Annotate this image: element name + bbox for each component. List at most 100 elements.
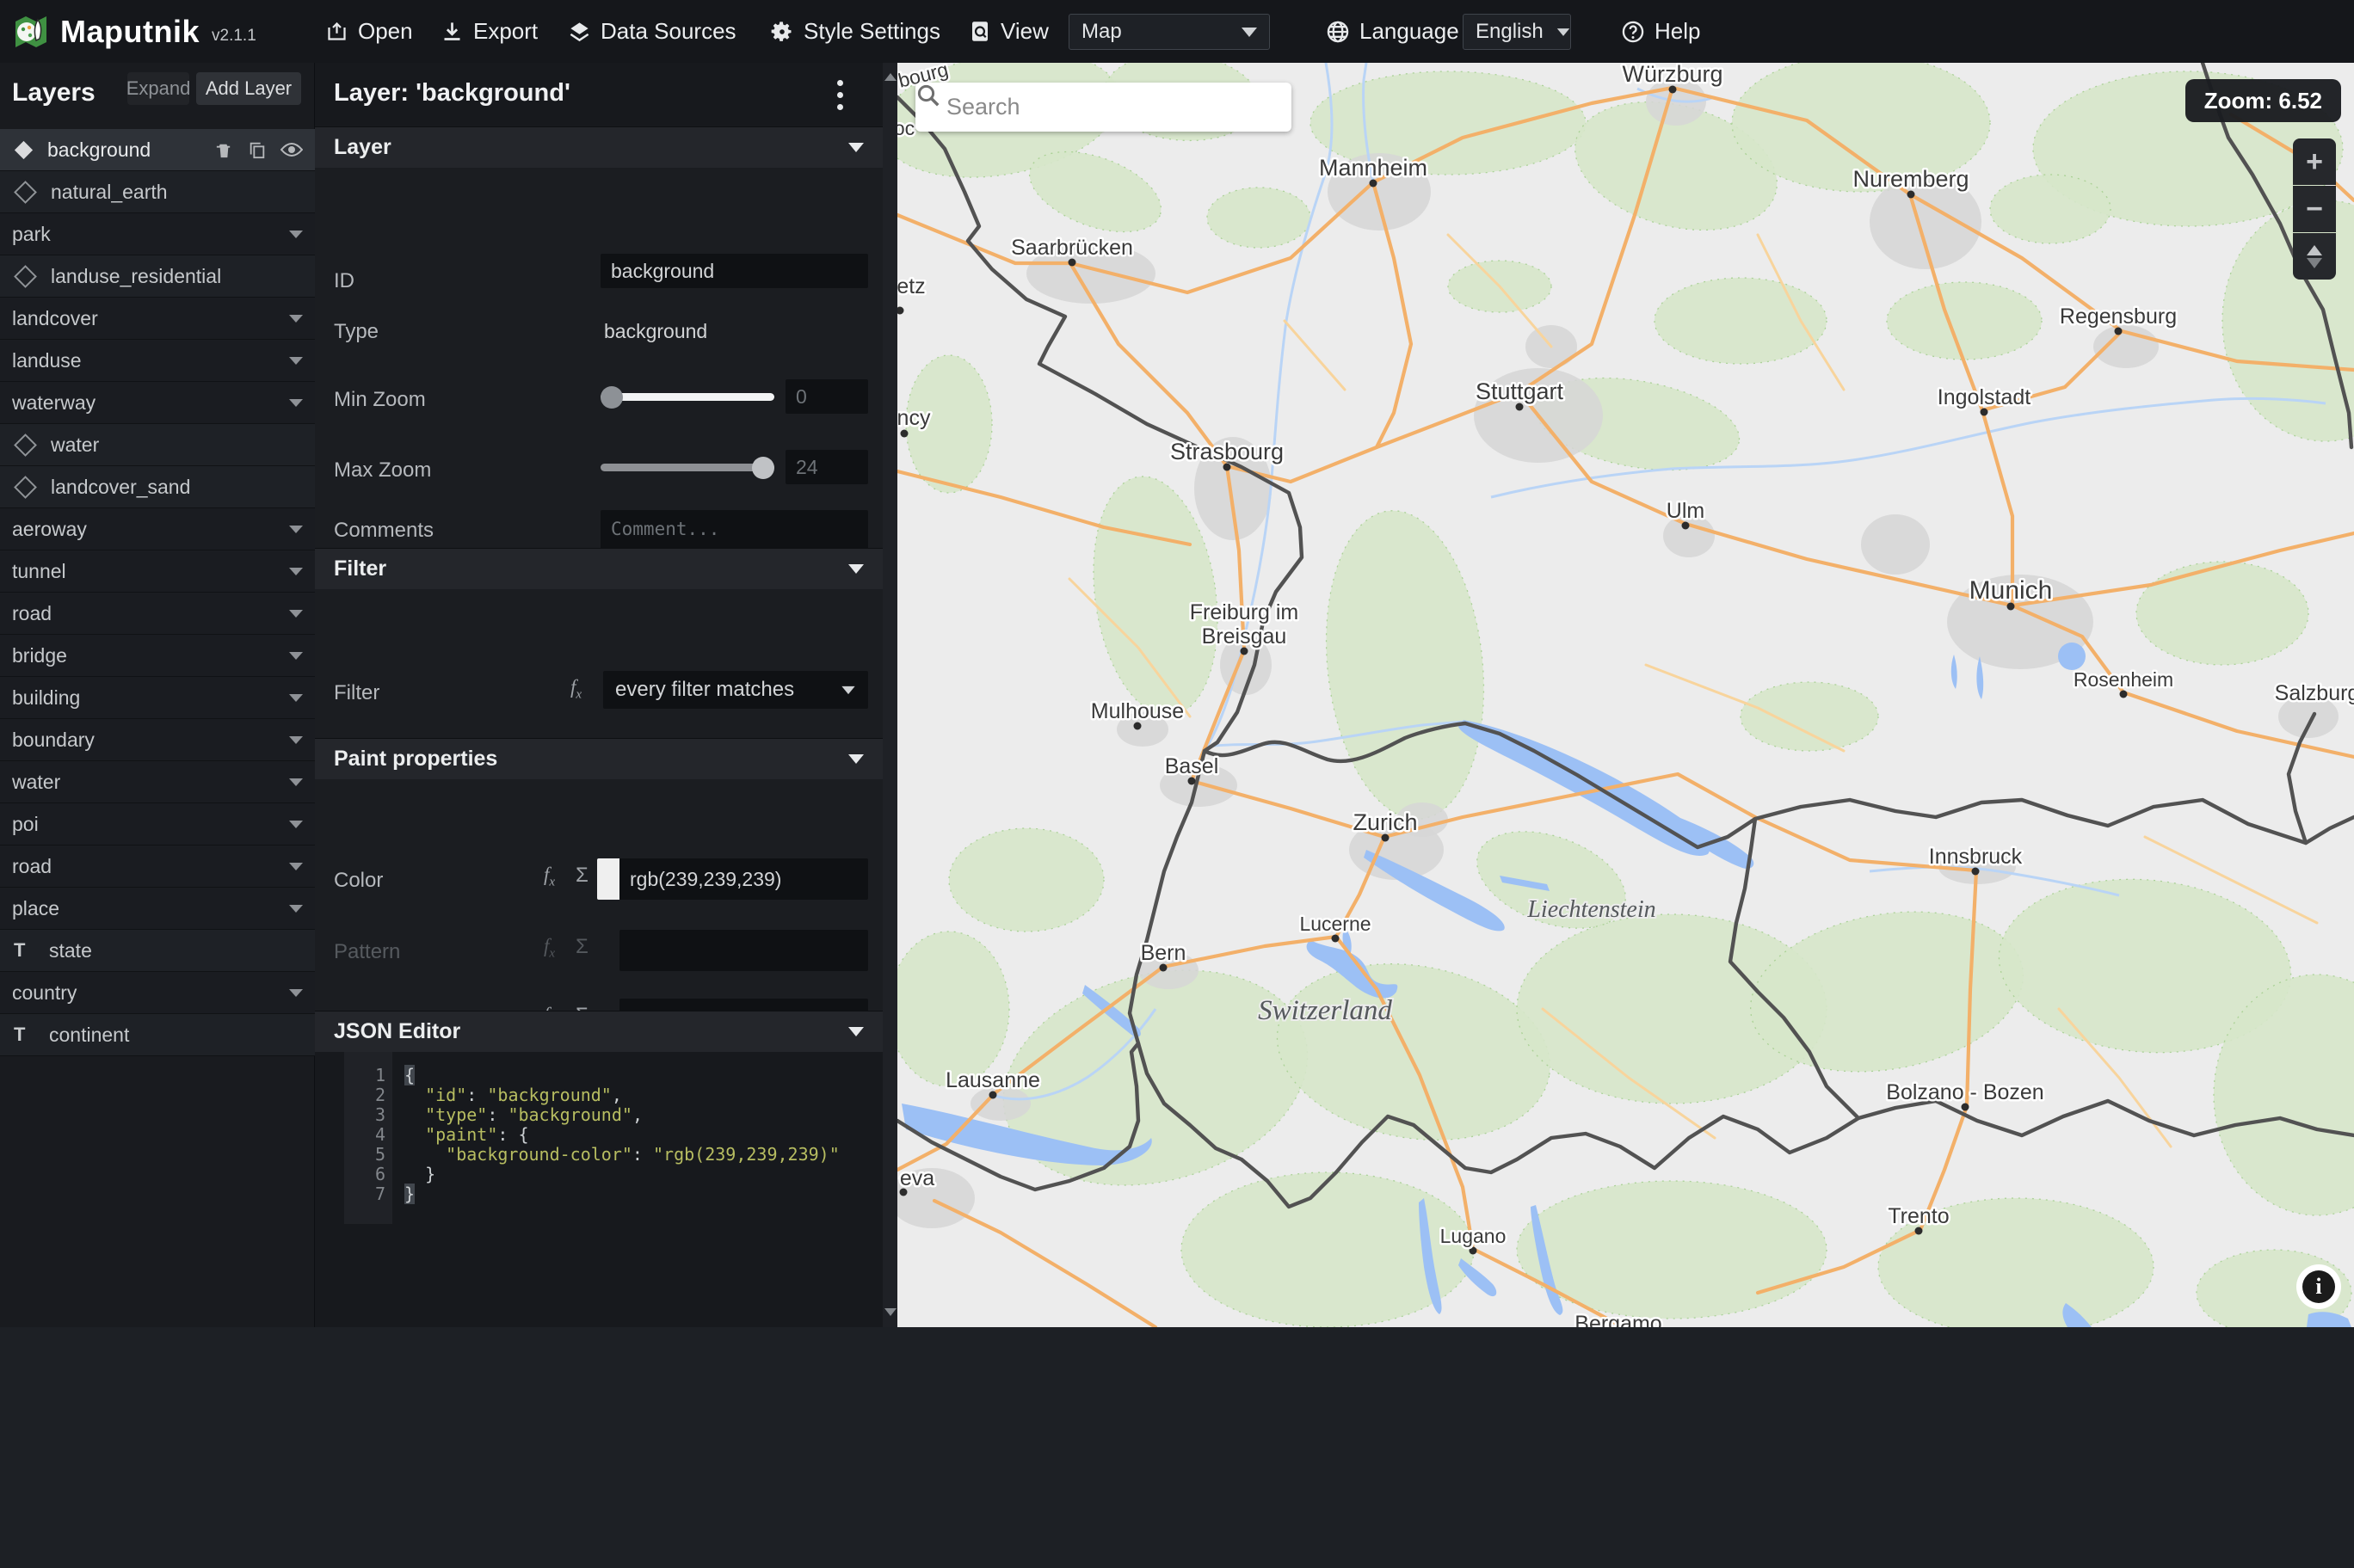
- layers-sidebar: Layers Expand Add Layer background natura…: [0, 63, 315, 1327]
- layer-row-background[interactable]: background: [0, 129, 315, 171]
- zoom-in-button[interactable]: +: [2293, 138, 2336, 185]
- style-settings-button[interactable]: Style Settings: [770, 0, 940, 63]
- min-zoom-value[interactable]: 0: [786, 379, 868, 414]
- scroll-up-icon[interactable]: [883, 66, 897, 87]
- json-line: 6 }: [374, 1164, 436, 1184]
- export-button[interactable]: Export: [441, 0, 538, 63]
- max-zoom-label: Max Zoom: [334, 458, 432, 482]
- chevron-down-icon: [289, 525, 303, 533]
- min-zoom-label: Min Zoom: [334, 388, 426, 411]
- chevron-down-icon: [1242, 27, 1257, 37]
- view-button[interactable]: View: [969, 0, 1049, 63]
- layer-row-place[interactable]: place: [0, 888, 315, 930]
- layer-row-road[interactable]: road: [0, 593, 315, 635]
- layer-row-natural_earth[interactable]: natural_earth: [0, 171, 315, 213]
- data-sources-button[interactable]: Data Sources: [568, 0, 736, 63]
- open-button[interactable]: Open: [325, 0, 413, 63]
- section-header-layer[interactable]: Layer: [315, 126, 883, 168]
- layer-row-road[interactable]: road: [0, 845, 315, 888]
- pattern-input[interactable]: [619, 930, 868, 971]
- globe-icon: [1327, 21, 1349, 42]
- function-icon[interactable]: fx: [544, 864, 555, 890]
- chevron-down-icon: [289, 314, 303, 323]
- section-header-filter[interactable]: Filter: [315, 548, 883, 589]
- section-header-paint[interactable]: Paint properties: [315, 738, 883, 779]
- city-dot: [1331, 934, 1340, 943]
- language-select[interactable]: English: [1463, 14, 1571, 50]
- layer-row-water[interactable]: water: [0, 761, 315, 803]
- min-zoom-slider[interactable]: [601, 379, 774, 414]
- chevron-down-icon: [848, 143, 864, 152]
- layer-row-tunnel[interactable]: tunnel: [0, 550, 315, 593]
- filter-dropdown[interactable]: every filter matches: [603, 671, 868, 709]
- city-label: Saarbrücken: [1011, 236, 1133, 260]
- layer-row-landuse[interactable]: landuse: [0, 340, 315, 382]
- delete-icon[interactable]: [214, 140, 234, 160]
- view-select[interactable]: Map: [1069, 14, 1270, 50]
- layer-row-landcover_sand[interactable]: landcover_sand: [0, 466, 315, 508]
- id-input[interactable]: [601, 254, 868, 288]
- layer-row-aeroway[interactable]: aeroway: [0, 508, 315, 550]
- add-layer-button[interactable]: Add Layer: [196, 72, 301, 105]
- color-swatch[interactable]: [597, 858, 619, 900]
- layer-name: road: [12, 601, 52, 624]
- search-input[interactable]: [945, 93, 1276, 121]
- max-zoom-slider[interactable]: [601, 450, 774, 484]
- layer-row-continent[interactable]: Tcontinent: [0, 1014, 315, 1056]
- function-icon[interactable]: fx: [570, 676, 582, 703]
- section-body-paint: Color fx Σ Pattern fx Σ Opacity fx Σ: [315, 779, 883, 1036]
- editor-scrollbar[interactable]: [883, 63, 897, 1327]
- scroll-down-icon[interactable]: [883, 1301, 897, 1322]
- section-label: Paint properties: [334, 747, 498, 771]
- city-label: Zurich: [1353, 809, 1417, 835]
- section-header-json[interactable]: JSON Editor: [315, 1011, 883, 1052]
- text-layer-icon: T: [14, 1024, 26, 1045]
- layer-row-building[interactable]: building: [0, 677, 315, 719]
- region-label: Liechtenstein: [1526, 896, 1655, 923]
- layer-type-icon: [14, 433, 37, 457]
- layer-row-bridge[interactable]: bridge: [0, 635, 315, 677]
- duplicate-icon[interactable]: [248, 140, 267, 159]
- layer-row-country[interactable]: country: [0, 972, 315, 1014]
- kebab-menu-icon[interactable]: [823, 75, 857, 114]
- layer-row-landuse_residential[interactable]: landuse_residential: [0, 255, 315, 298]
- json-line: 1{: [374, 1065, 416, 1085]
- max-zoom-value[interactable]: 24: [786, 450, 868, 484]
- layer-list: background natural_earthpark landuse_resid…: [0, 129, 315, 1056]
- layer-row-boundary[interactable]: boundary: [0, 719, 315, 761]
- visibility-icon[interactable]: [280, 141, 303, 158]
- city-label: ncy: [897, 406, 931, 430]
- language-button[interactable]: Language: [1326, 0, 1459, 63]
- layer-type-icon: [14, 140, 34, 159]
- zoom-out-button[interactable]: −: [2293, 186, 2336, 232]
- layer-type-icon: [14, 180, 37, 204]
- layer-row-water[interactable]: water: [0, 424, 315, 466]
- layer-row-waterway[interactable]: waterway: [0, 382, 315, 424]
- layer-name: park: [12, 222, 51, 245]
- map-canvas[interactable]: Würzburg Mannheim Nuremberg Saarbrücken Rege…: [897, 63, 2354, 1327]
- tilt-button[interactable]: [2293, 233, 2336, 280]
- chevron-down-icon: [289, 609, 303, 618]
- layer-row-landcover[interactable]: landcover: [0, 298, 315, 340]
- help-button[interactable]: Help: [1621, 0, 1700, 63]
- expand-button[interactable]: Expand: [126, 72, 190, 105]
- layer-row-poi[interactable]: poi: [0, 803, 315, 845]
- view-icon: [972, 22, 988, 41]
- sigma-icon[interactable]: Σ: [576, 864, 588, 888]
- city-label: Lucerne: [1299, 913, 1371, 935]
- city-label: etz: [897, 274, 926, 298]
- json-line: 3 "type": "background",: [374, 1104, 643, 1125]
- layer-type-icon: [14, 264, 37, 288]
- city-label: Regensburg: [2060, 304, 2177, 329]
- layer-row-state[interactable]: Tstate: [0, 930, 315, 972]
- layer-name: poi: [12, 812, 39, 835]
- json-editor[interactable]: 1{2 "id": "background", 3 "type": "backgr…: [315, 1052, 883, 1224]
- map-viewport[interactable]: Würzburg Mannheim Nuremberg Saarbrücken Rege…: [897, 63, 2354, 1327]
- map-info-button[interactable]: i: [2296, 1264, 2341, 1309]
- layer-name: tunnel: [12, 559, 66, 582]
- map-search-box[interactable]: [915, 83, 1291, 132]
- help-label: Help: [1655, 18, 1701, 44]
- color-input[interactable]: [619, 858, 868, 900]
- layer-row-park[interactable]: park: [0, 213, 315, 255]
- chevron-down-icon: [289, 567, 303, 575]
